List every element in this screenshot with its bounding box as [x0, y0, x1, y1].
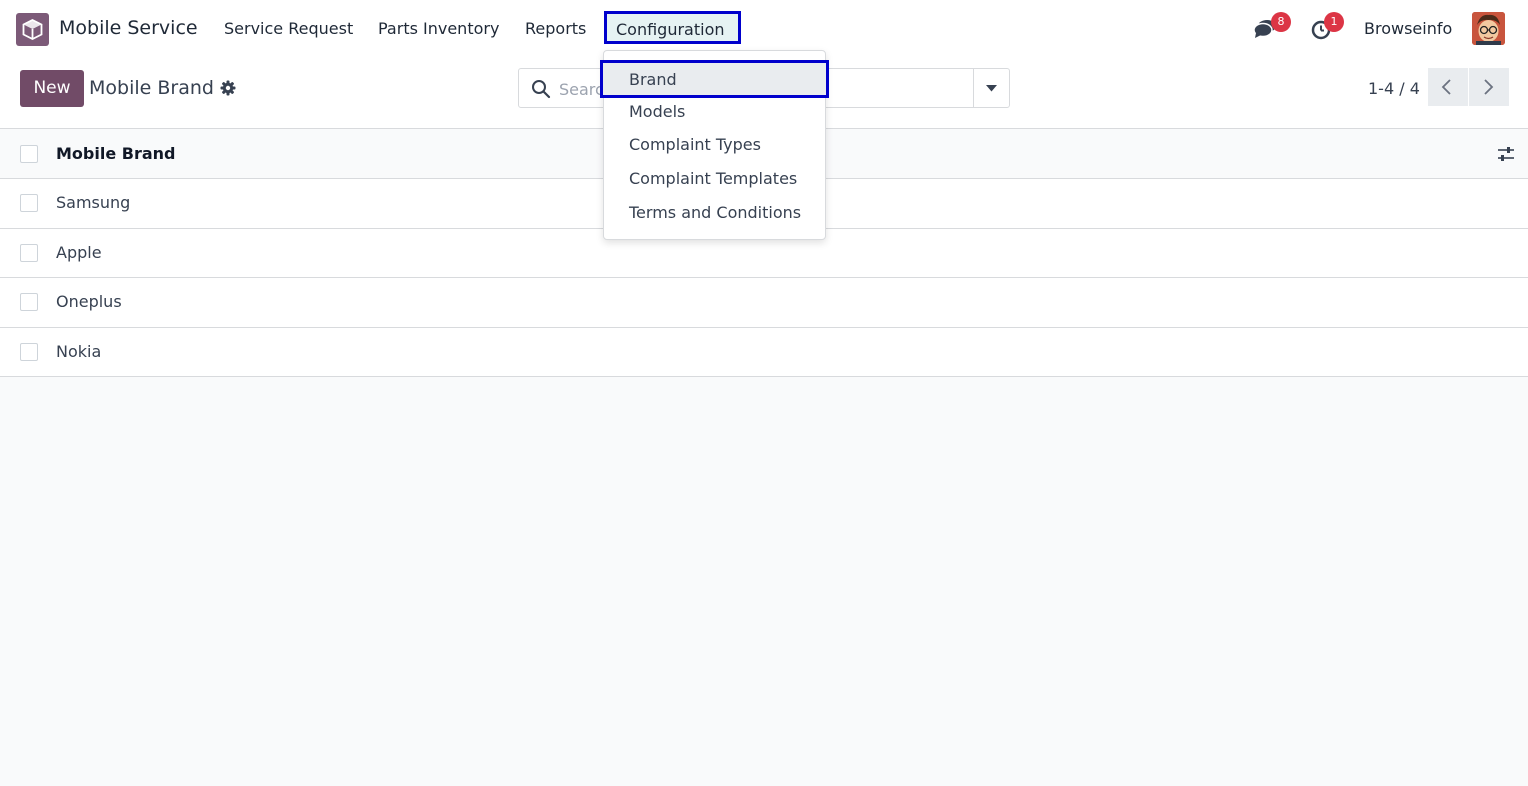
search-icon	[531, 79, 551, 103]
brand-cell: Apple	[56, 242, 102, 262]
caret-down-icon	[986, 85, 997, 92]
chevron-left-icon	[1441, 79, 1451, 95]
search-options-toggle[interactable]	[973, 69, 1009, 107]
row-checkbox[interactable]	[20, 293, 38, 311]
row-checkbox[interactable]	[20, 342, 38, 361]
row-checkbox[interactable]	[20, 243, 38, 262]
page-title: Mobile Brand	[89, 77, 214, 99]
nav-reports[interactable]: Reports	[525, 19, 586, 38]
nav-service-request[interactable]: Service Request	[224, 19, 353, 38]
chevron-right-icon	[1484, 79, 1494, 95]
app-logo-icon[interactable]	[16, 13, 49, 46]
app-name[interactable]: Mobile Service	[59, 17, 198, 39]
brand-cell: Samsung	[56, 193, 131, 212]
dropdown-item-terms-and-conditions[interactable]: Terms and Conditions	[604, 197, 825, 229]
optional-columns-icon[interactable]	[1497, 146, 1515, 166]
new-button[interactable]: New	[20, 70, 84, 107]
brand-cell: Oneplus	[56, 292, 122, 311]
nav-parts-inventory[interactable]: Parts Inventory	[378, 19, 499, 38]
pager-next-button[interactable]	[1469, 68, 1509, 106]
top-navbar: Mobile Service Service Request Parts Inv…	[0, 0, 1528, 57]
dropdown-item-brand[interactable]: Brand	[600, 60, 829, 98]
brand-cell: Nokia	[56, 341, 102, 361]
messages-badge: 8	[1271, 12, 1291, 32]
dropdown-item-label: Complaint Types	[629, 135, 761, 154]
nav-configuration[interactable]: Configuration	[604, 11, 741, 44]
dropdown-item-label: Terms and Conditions	[629, 203, 802, 222]
dropdown-item-complaint-types[interactable]: Complaint Types	[604, 129, 825, 161]
dropdown-item-models[interactable]: Models	[604, 96, 825, 128]
user-avatar[interactable]	[1472, 12, 1505, 45]
dropdown-item-complaint-templates[interactable]: Complaint Templates	[604, 163, 825, 195]
configuration-dropdown: Brand Models Complaint Types Complaint T…	[600, 50, 829, 240]
dropdown-item-label: Complaint Templates	[629, 169, 798, 188]
select-all-checkbox[interactable]	[20, 145, 38, 163]
table-row[interactable]: Nokia	[0, 327, 1528, 377]
dropdown-item-label: Brand	[629, 70, 677, 89]
row-checkbox[interactable]	[20, 194, 38, 212]
gear-icon[interactable]	[220, 80, 236, 100]
table-row[interactable]: Oneplus	[0, 278, 1528, 328]
pager-previous-button[interactable]	[1428, 68, 1468, 106]
nav-configuration-label: Configuration	[616, 20, 725, 39]
pager-value[interactable]: 1-4 / 4	[1368, 79, 1420, 98]
dropdown-item-label: Models	[629, 102, 686, 121]
activities-badge: 1	[1324, 12, 1344, 32]
column-header-mobile-brand[interactable]: Mobile Brand	[56, 144, 175, 163]
user-name[interactable]: Browseinfo	[1364, 19, 1452, 38]
